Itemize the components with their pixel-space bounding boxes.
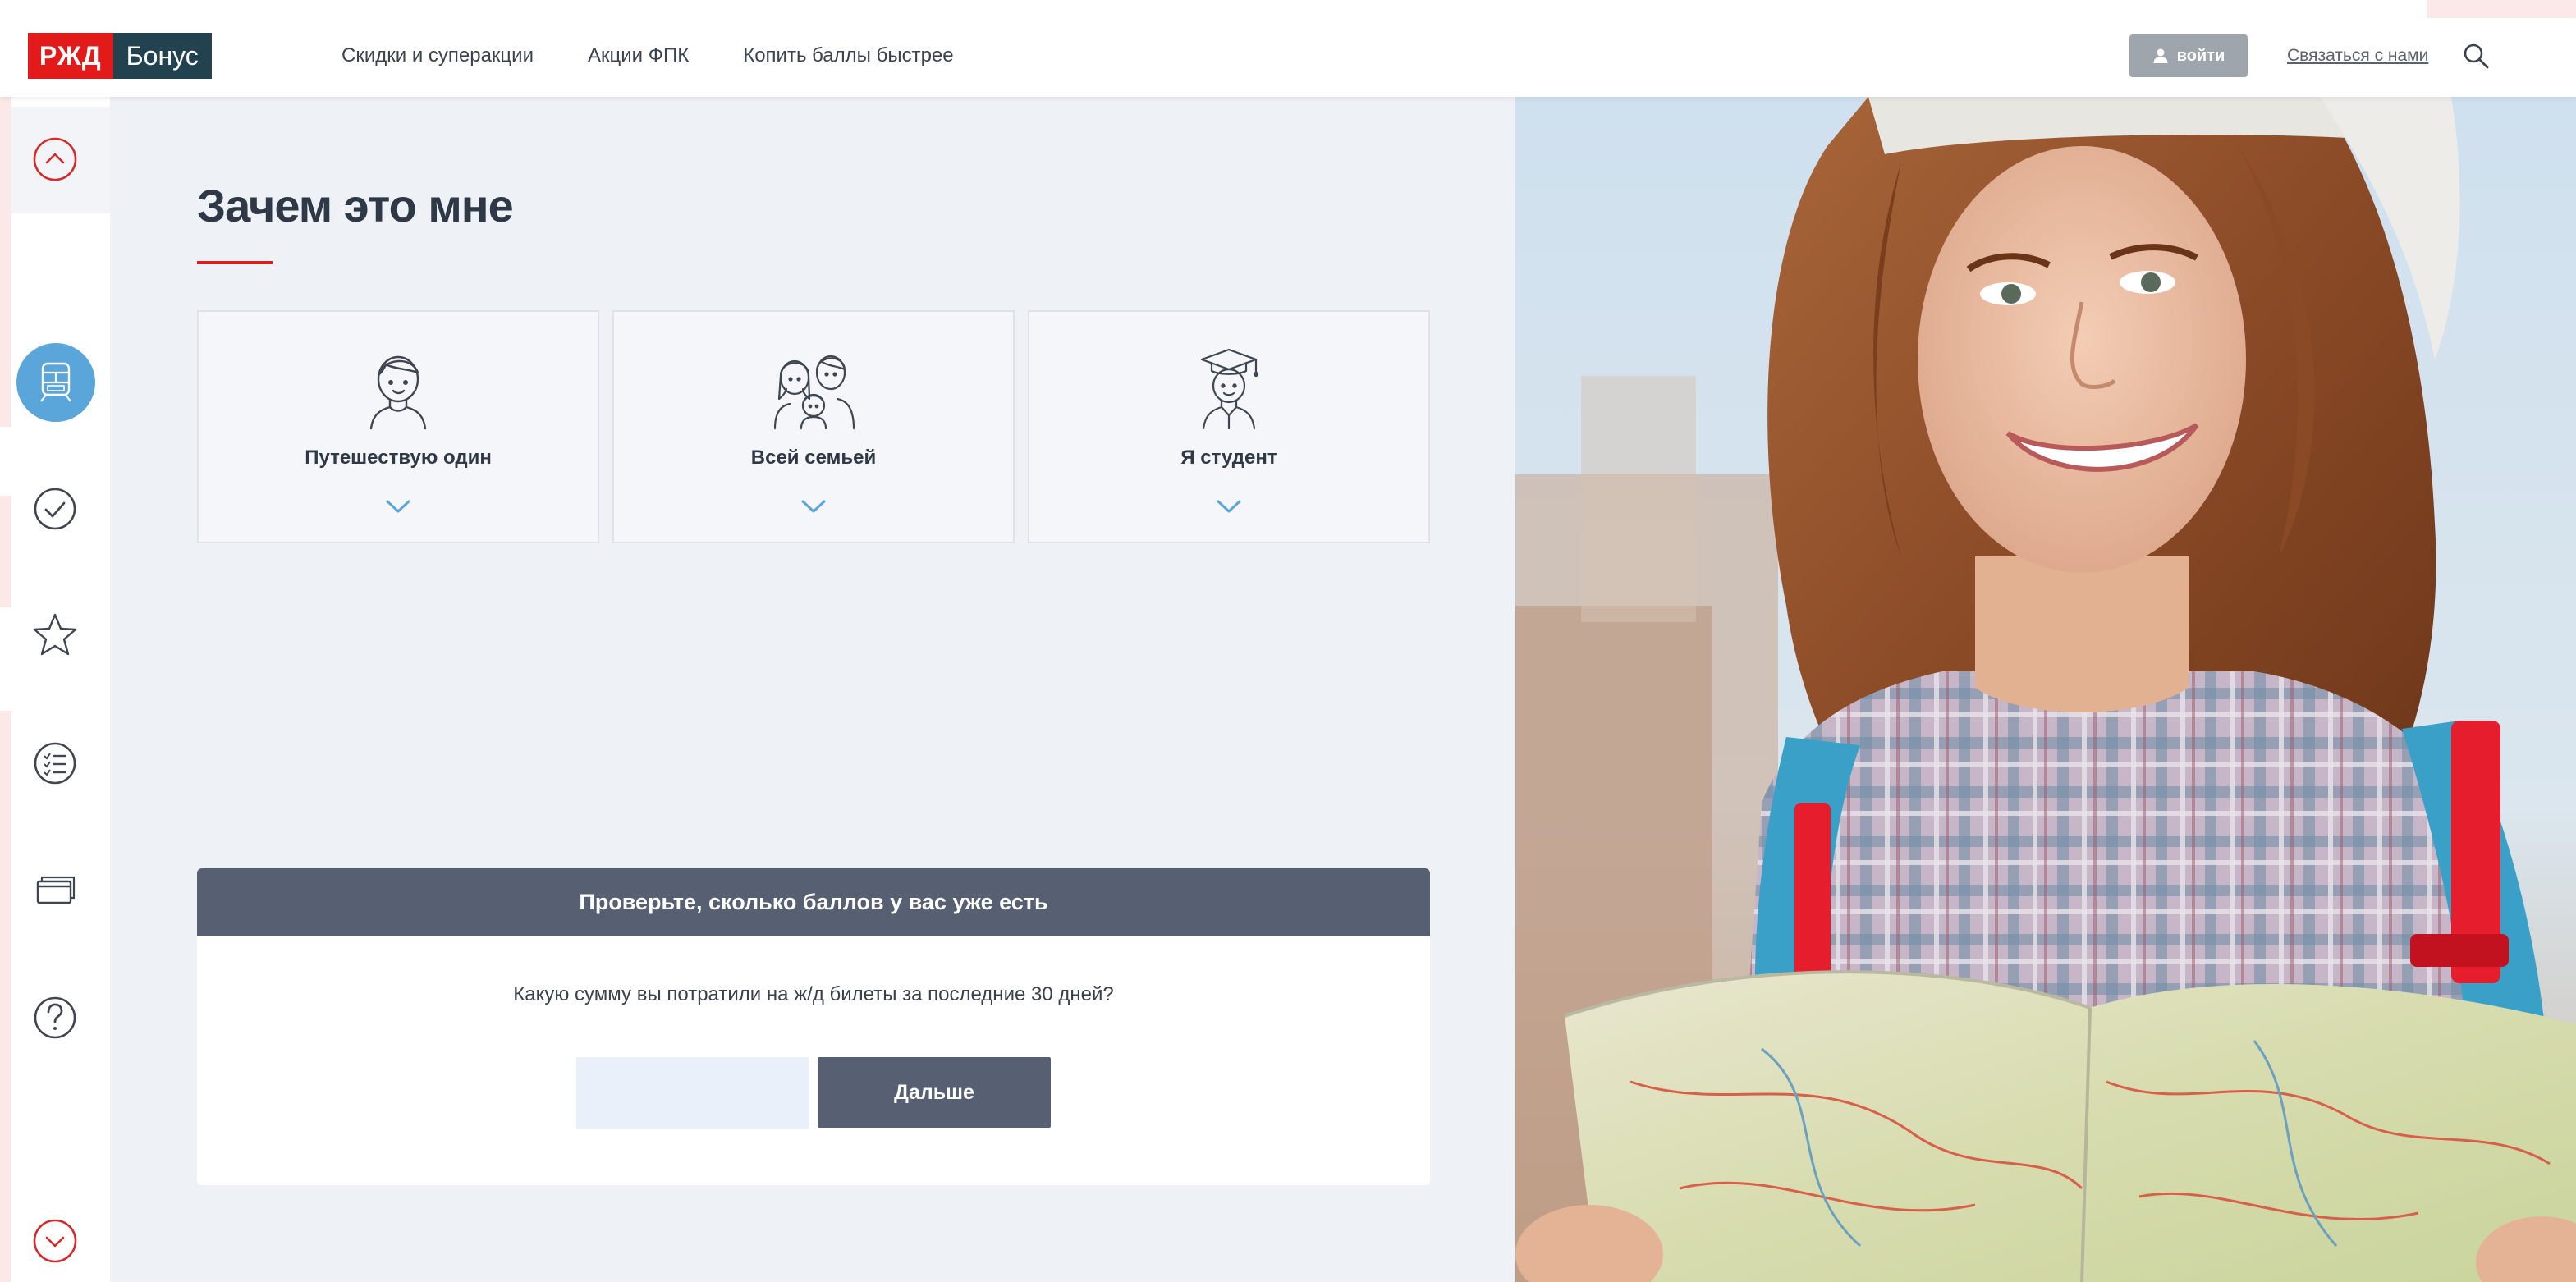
user-icon (2153, 48, 2168, 63)
login-label: войти (2176, 46, 2225, 65)
chevron-up-icon[interactable] (30, 135, 80, 184)
check-circle-icon[interactable] (30, 484, 80, 533)
points-checker-panel: Проверьте, сколько баллов у вас уже есть… (197, 868, 1430, 1185)
main-nav: Скидки и суперакции Акции ФПК Копить бал… (341, 41, 954, 71)
rail-decoration (0, 97, 11, 427)
card-label: Всей семьей (750, 446, 877, 469)
audience-cards: Путешествую один Всей семьей Я студент (197, 310, 1430, 543)
train-icon (40, 362, 71, 402)
main-content: Зачем это мне Путешествую один Всей семь… (110, 97, 1515, 1282)
nav-earn-faster[interactable]: Копить баллы быстрее (743, 41, 953, 71)
person-icon (369, 355, 427, 430)
student-icon (1200, 348, 1259, 430)
nav-fpk-promos[interactable]: Акции ФПК (588, 41, 689, 71)
sidebar-item-trains[interactable] (16, 343, 95, 422)
spending-question: Какую сумму вы потратили на ж/д билеты з… (513, 983, 1114, 1005)
nav-discounts[interactable]: Скидки и суперакции (341, 41, 534, 71)
card-label: Я студент (1180, 446, 1277, 469)
chevron-down-icon[interactable] (30, 1216, 80, 1266)
chevron-down-icon[interactable] (385, 497, 411, 515)
card-family[interactable]: Всей семьей (612, 310, 1015, 543)
logo-bonus-text: Бонус (112, 33, 212, 79)
search-icon[interactable] (2461, 41, 2491, 71)
card-label: Путешествую один (305, 446, 492, 469)
chevron-down-icon[interactable] (1216, 497, 1242, 515)
contact-us-link[interactable]: Связаться с нами (2287, 43, 2428, 69)
rail-decoration (0, 711, 11, 809)
rail-decoration (0, 806, 11, 1282)
help-icon[interactable] (30, 993, 80, 1042)
rail-decoration (0, 496, 11, 607)
rzd-bonus-logo[interactable]: РЖД Бонус (28, 33, 212, 79)
header-decoration (2427, 0, 2576, 18)
next-button[interactable]: Дальше (818, 1057, 1051, 1128)
login-button[interactable]: войти (2129, 34, 2248, 77)
star-icon[interactable] (30, 611, 80, 660)
page-title: Зачем это мне (197, 180, 514, 231)
chevron-down-icon[interactable] (800, 497, 827, 515)
card-solo-traveler[interactable]: Путешествую один (197, 310, 599, 543)
card-student[interactable]: Я студент (1028, 310, 1430, 543)
title-underline (197, 261, 273, 264)
spending-amount-input[interactable] (576, 1057, 809, 1129)
sidebar (0, 97, 110, 1282)
checklist-icon[interactable] (30, 739, 80, 788)
traveler-photo (1515, 97, 2576, 1282)
cards-icon[interactable] (30, 867, 80, 916)
points-panel-header: Проверьте, сколько баллов у вас уже есть (197, 868, 1430, 936)
logo-rzd-text: РЖД (28, 33, 113, 79)
site-header: РЖД Бонус Скидки и суперакции Акции ФПК … (0, 0, 2576, 97)
family-icon (773, 355, 855, 430)
traveler-photo-illustration (1515, 97, 2576, 1282)
